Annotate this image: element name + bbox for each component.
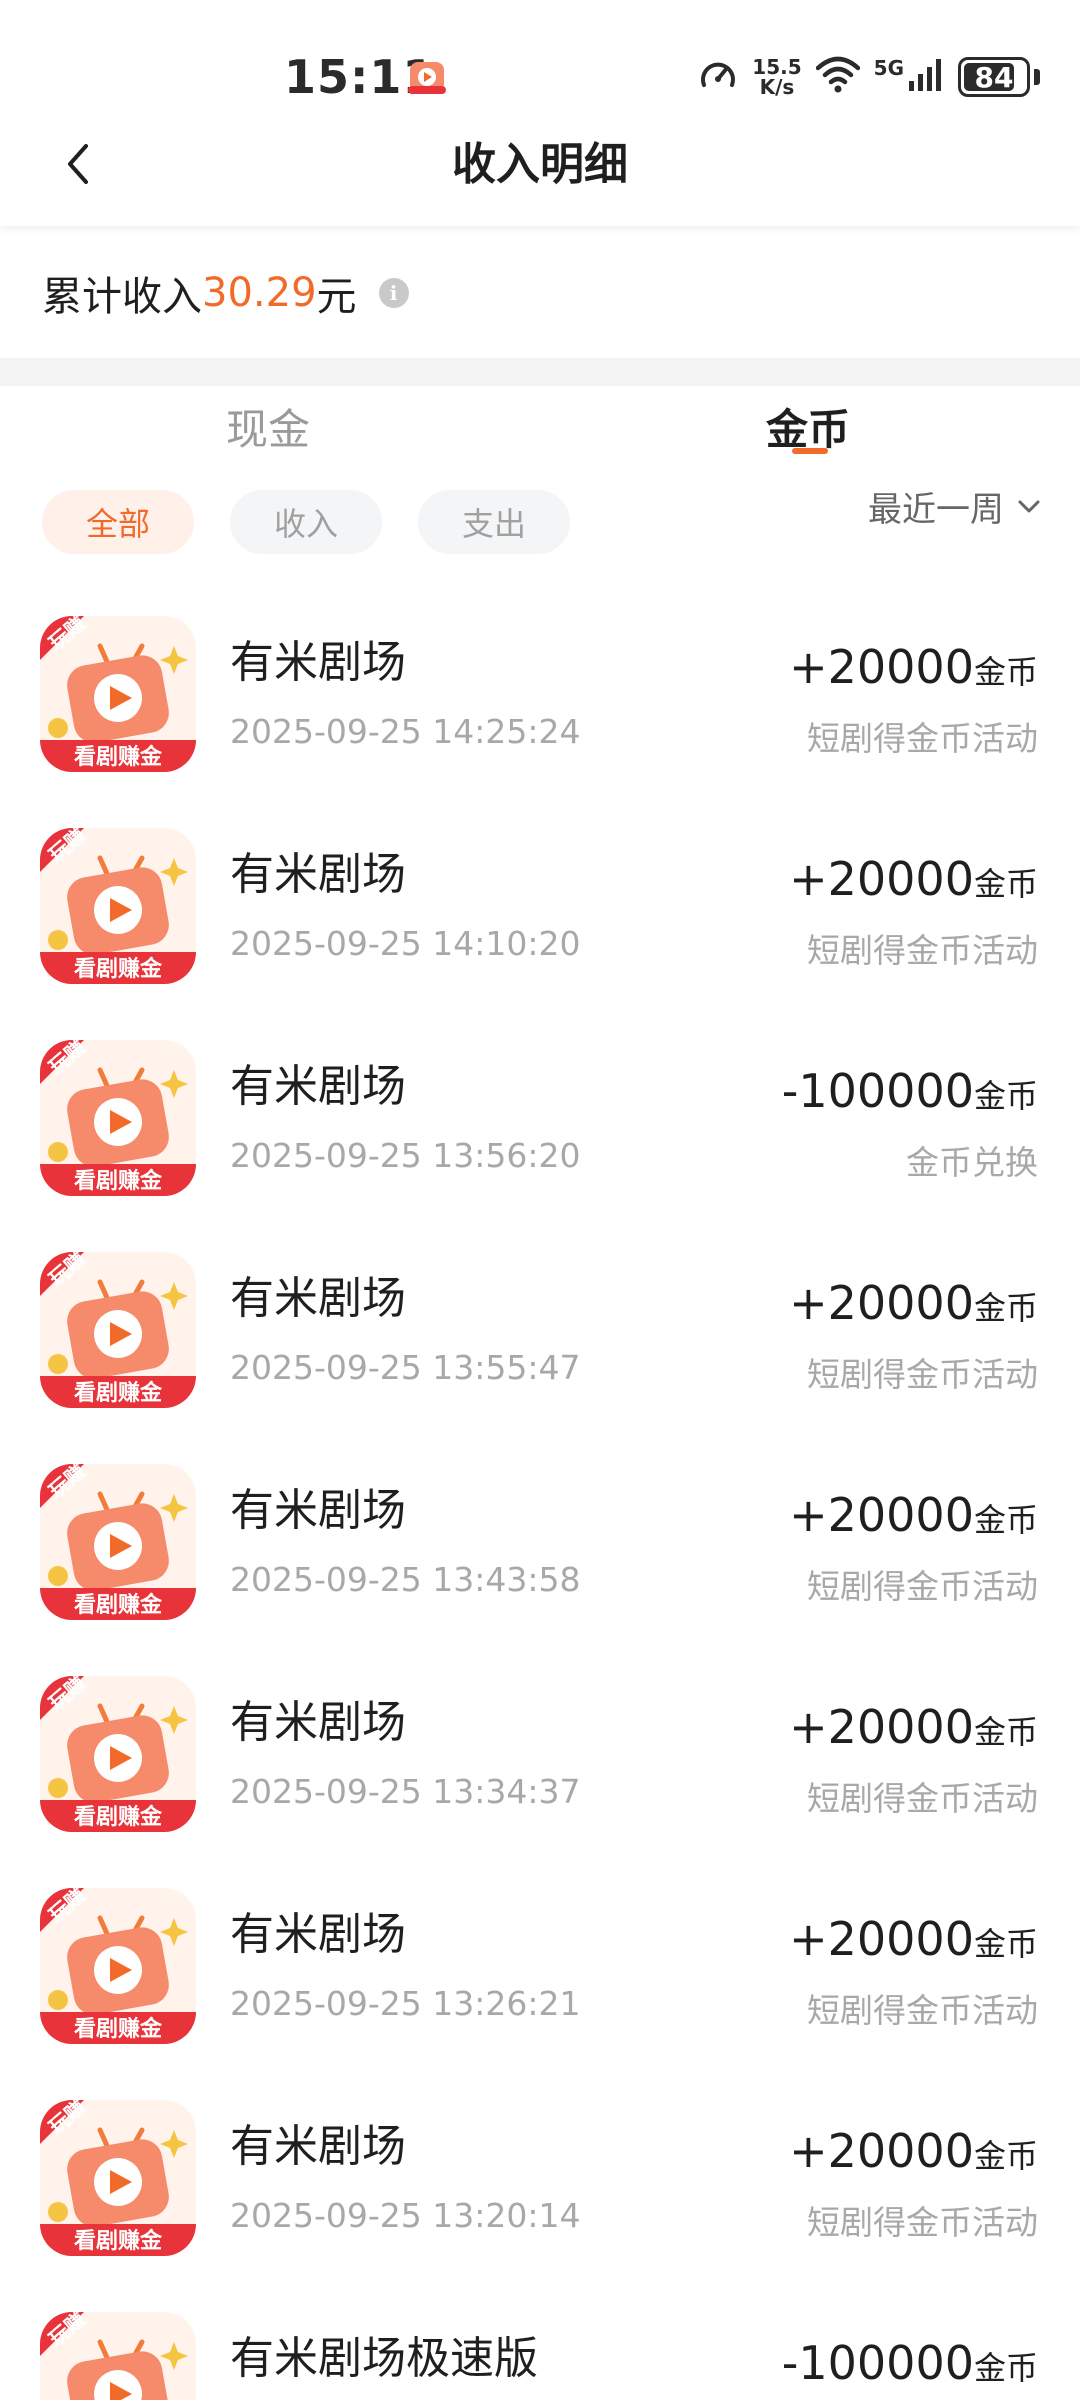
transaction-description: 短剧得金币活动 [807, 1355, 1038, 1394]
transaction-row[interactable]: 玩赚 看剧赚金 有米剧场 2025-09-25 14:10:20 +20000金… [0, 796, 1080, 1008]
total-income-amount: 30.29 [202, 270, 317, 316]
tab-cash[interactable]: 现金 [226, 396, 310, 457]
wifi-icon [815, 56, 860, 98]
transaction-row[interactable]: 玩赚 看剧赚金 有米剧场 2025-09-25 14:25:24 +20000金… [0, 584, 1080, 796]
filter-income-button[interactable]: 收入 [230, 490, 382, 554]
app-name: 有米剧场极速版 [230, 2333, 538, 2384]
app-name: 有米剧场 [230, 1061, 406, 1112]
filter-expense-button[interactable]: 支出 [418, 490, 570, 554]
app-name: 有米剧场 [230, 1697, 406, 1748]
transaction-amount: +20000金币 [789, 2124, 1038, 2178]
transaction-row[interactable]: 玩赚 看剧赚金 有米剧场 2025-09-25 13:55:47 +20000金… [0, 1220, 1080, 1432]
transaction-description: 短剧得金币活动 [807, 1567, 1038, 1606]
total-income-label: 累计收入 [42, 274, 202, 320]
transaction-amount: +20000金币 [789, 1700, 1038, 1754]
transaction-amount: +20000金币 [789, 1276, 1038, 1330]
svg-text:看剧赚金: 看剧赚金 [74, 2016, 163, 2042]
transaction-amount: +20000金币 [789, 640, 1038, 694]
total-income-unit: 元 [316, 274, 357, 320]
transaction-row[interactable]: 玩赚 看剧赚金 有米剧场 2025-09-25 13:56:20 -100000… [0, 1008, 1080, 1220]
page-title: 收入明细 [452, 139, 628, 190]
transaction-list: 玩赚 看剧赚金 有米剧场 2025-09-25 14:25:24 +20000金… [0, 584, 1080, 2400]
svg-text:看剧赚金: 看剧赚金 [74, 1804, 163, 1830]
notification-app-icon [406, 56, 448, 98]
transaction-row[interactable]: 玩赚 看剧赚金 有米剧场 2025-09-25 13:20:14 +20000金… [0, 2068, 1080, 2280]
transaction-time: 2025-09-25 13:43:58 [230, 1560, 581, 1599]
transaction-time: 2025-09-25 14:25:24 [230, 712, 581, 751]
app-logo-icon: 玩赚 看剧赚金 [40, 1040, 196, 1196]
app-name: 有米剧场 [230, 637, 406, 688]
total-income-summary: 累计收入 30.29 元 i [42, 264, 409, 322]
status-icons: 15.5 K/s 5G 84 [698, 52, 1040, 102]
transaction-description: 短剧得金币活动 [807, 1779, 1038, 1818]
top-app-bar: 收入明细 [0, 110, 1080, 226]
filter-all-button[interactable]: 全部 [42, 490, 194, 554]
net-speed: 15.5 K/s [752, 57, 801, 97]
transaction-time: 2025-09-25 13:34:37 [230, 1772, 581, 1811]
transaction-amount: -100000金币 [781, 2336, 1038, 2390]
transaction-description: 金币兑换 [906, 1143, 1038, 1182]
currency-tabs: 现金 金币 [0, 386, 1080, 476]
app-logo-icon: 玩赚 看剧赚金 [40, 1676, 196, 1832]
transaction-description: 短剧得金币活动 [807, 2203, 1038, 2242]
signal-icon [908, 57, 944, 97]
period-label: 最近一周 [868, 490, 1004, 530]
transaction-amount: +20000金币 [789, 1488, 1038, 1542]
info-icon[interactable]: i [378, 278, 409, 308]
transaction-row[interactable]: 玩赚 看剧赚金 有米剧场 2025-09-25 13:34:37 +20000金… [0, 1644, 1080, 1856]
active-tab-indicator [792, 448, 828, 454]
transaction-amount: +20000金币 [789, 852, 1038, 906]
app-logo-icon: 玩赚 看剧赚金 [40, 1464, 196, 1620]
transaction-time: 2025-09-25 13:55:47 [230, 1348, 581, 1387]
section-divider [0, 358, 1080, 386]
transaction-row[interactable]: 玩赚 看剧赚金 有米剧场 2025-09-25 13:26:21 +20000金… [0, 1856, 1080, 2068]
period-dropdown[interactable]: 最近一周 [868, 482, 1040, 531]
transaction-time: 2025-09-25 13:20:14 [230, 2196, 581, 2235]
svg-text:看剧赚金: 看剧赚金 [74, 1380, 163, 1406]
svg-text:看剧赚金: 看剧赚金 [74, 1168, 163, 1194]
battery-icon: 84 [958, 57, 1030, 97]
net-speed-unit: K/s [759, 75, 795, 99]
transaction-amount: -100000金币 [781, 1064, 1038, 1118]
chevron-down-icon [1018, 500, 1040, 512]
transaction-description: 短剧得金币活动 [807, 1991, 1038, 2030]
data-saver-icon [698, 55, 738, 99]
svg-text:看剧赚金: 看剧赚金 [74, 956, 163, 982]
transaction-row[interactable]: 玩赚 看剧赚金 有米剧场 2025-09-25 13:43:58 +20000金… [0, 1432, 1080, 1644]
transaction-time: 2025-09-25 14:10:20 [230, 924, 581, 963]
app-logo-icon: 玩赚 看剧赚金 [40, 1252, 196, 1408]
app-logo-icon: 玩赚 看剧赚金 [40, 616, 196, 772]
transaction-amount: +20000金币 [789, 1912, 1038, 1966]
transaction-time: 2025-09-25 13:56:20 [230, 1136, 581, 1175]
app-name: 有米剧场 [230, 2121, 406, 2172]
app-logo-icon: 玩赚 看剧赚金 [40, 2100, 196, 2256]
network-type: 5G [873, 56, 904, 80]
transaction-description: 短剧得金币活动 [807, 719, 1038, 758]
transaction-description: 短剧得金币活动 [807, 931, 1038, 970]
battery-level: 84 [974, 60, 1014, 94]
svg-text:看剧赚金: 看剧赚金 [74, 1592, 163, 1618]
app-logo-icon: 玩赚 看剧赚金 [40, 828, 196, 984]
app-logo-icon: 玩赚 看剧赚金 [40, 2312, 196, 2400]
app-name: 有米剧场 [230, 1273, 406, 1324]
battery-tip [1034, 69, 1040, 85]
app-logo-icon: 玩赚 看剧赚金 [40, 1888, 196, 2044]
app-name: 有米剧场 [230, 1485, 406, 1536]
transaction-row[interactable]: 玩赚 看剧赚金 有米剧场极速版 -100000金币 [0, 2280, 1080, 2400]
app-name: 有米剧场 [230, 1909, 406, 1960]
svg-text:看剧赚金: 看剧赚金 [74, 744, 163, 770]
svg-text:看剧赚金: 看剧赚金 [74, 2228, 163, 2254]
app-name: 有米剧场 [230, 849, 406, 900]
transaction-time: 2025-09-25 13:26:21 [230, 1984, 581, 2023]
